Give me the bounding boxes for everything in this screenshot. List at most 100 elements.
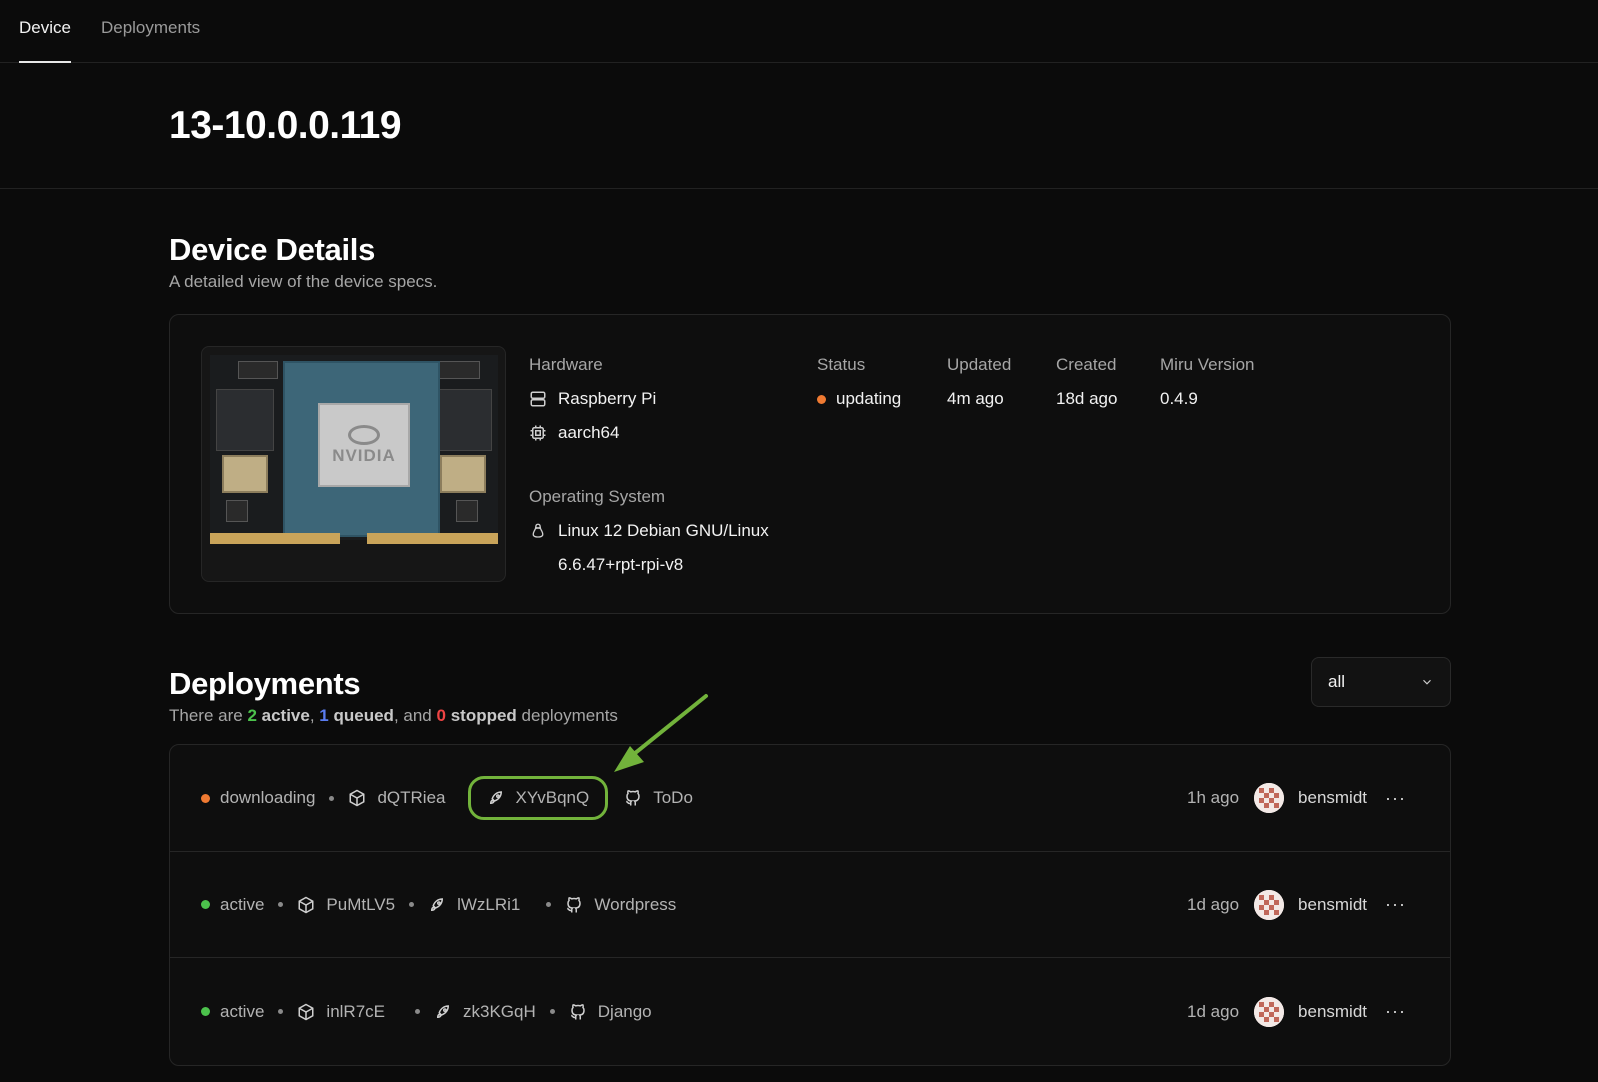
- separator-dot: [278, 1009, 284, 1014]
- package-link[interactable]: dQTRiea: [348, 788, 446, 808]
- package-link[interactable]: PuMtLV5: [297, 895, 395, 915]
- package-id: inlR7cE: [326, 1001, 386, 1021]
- more-options-icon[interactable]: ···: [1385, 788, 1406, 809]
- separator-dot: [278, 902, 284, 907]
- deployment-row[interactable]: active inlR7cE zk3KGqH Django 1d ago ben…: [170, 957, 1450, 1065]
- os-kernel: 6.6.47+rpt-rpi-v8: [558, 555, 684, 574]
- active-count: 2: [247, 706, 257, 725]
- package-icon: [298, 896, 314, 913]
- github-icon: [570, 1003, 585, 1019]
- release-link[interactable]: zk3KGqH: [434, 1002, 536, 1022]
- separator-dot: [415, 1009, 421, 1014]
- status-column: Status updating: [817, 355, 901, 409]
- cpu-icon: [530, 425, 546, 441]
- title-band: 13-10.0.0.119: [0, 63, 1598, 189]
- stopped-count: 0: [436, 706, 446, 725]
- package-link[interactable]: inlR7cE: [297, 1002, 385, 1022]
- status-text: downloading: [220, 788, 316, 807]
- release-id: lWzLRi1: [457, 894, 521, 914]
- avatar-pattern-icon: [1254, 996, 1285, 1027]
- release-link[interactable]: lWzLRi1: [428, 895, 520, 915]
- hardware-name-text: Raspberry Pi: [558, 389, 657, 408]
- soc-module: NVIDIA: [283, 361, 440, 537]
- chevron-down-icon: [1423, 679, 1431, 685]
- status-dot-icon: [201, 1007, 210, 1016]
- avatar-pattern-icon: [1254, 783, 1285, 813]
- deployment-row[interactable]: downloading dQTRiea XYvBqnQ ToDo 1h ago …: [170, 745, 1450, 851]
- status-dot-icon: [201, 900, 210, 909]
- queued-word: queued: [333, 706, 394, 725]
- repo-name: Django: [597, 1001, 652, 1021]
- top-nav: Device Deployments: [0, 0, 1598, 63]
- server-icon: [530, 391, 546, 407]
- more-options-icon[interactable]: ···: [1385, 894, 1406, 915]
- device-details-card: NVIDIA Hardware Raspberry Pi aarch64 Ope…: [169, 314, 1451, 614]
- status-dot-icon: [201, 793, 210, 803]
- time-ago: 1d ago: [1187, 894, 1240, 914]
- username[interactable]: bensmidt: [1298, 895, 1367, 915]
- nvidia-logo-icon: [348, 425, 380, 445]
- memory-chip: [434, 389, 492, 451]
- avatar: [1254, 783, 1285, 813]
- status-value: updating: [817, 389, 901, 409]
- row-meta: 1d ago bensmidt ···: [1187, 889, 1406, 920]
- architecture: aarch64: [529, 423, 769, 443]
- deployments-header: Deployments There are 2 active, 1 queued…: [169, 657, 1451, 734]
- stopped-word: stopped: [450, 706, 517, 725]
- release-id: zk3KGqH: [463, 1001, 536, 1021]
- deployment-row[interactable]: active PuMtLV5 lWzLRi1 Wordpress 1d ago: [170, 851, 1450, 957]
- updated-column: Updated 4m ago: [947, 355, 1011, 409]
- version-value: 0.4.9: [1160, 389, 1198, 408]
- nvidia-logo-text: NVIDIA: [332, 446, 396, 465]
- updated-value: 4m ago: [947, 389, 1004, 408]
- hardware-label: Hardware: [529, 355, 603, 374]
- avatar-pattern-icon: [1254, 889, 1285, 920]
- release-id: XYvBqnQ: [515, 788, 590, 807]
- release-link-highlighted[interactable]: XYvBqnQ: [467, 776, 609, 820]
- more-options-icon[interactable]: ···: [1385, 1001, 1406, 1022]
- created-value: 18d ago: [1056, 389, 1118, 408]
- row-meta: 1h ago bensmidt ···: [1187, 783, 1406, 813]
- rocket-icon: [431, 897, 444, 911]
- status-text: active: [220, 894, 265, 914]
- nvidia-chip: NVIDIA: [318, 403, 410, 487]
- github-icon: [567, 896, 582, 912]
- repo-link[interactable]: Django: [569, 1002, 652, 1022]
- username[interactable]: bensmidt: [1298, 788, 1367, 808]
- row-meta: 1d ago bensmidt ···: [1187, 996, 1406, 1027]
- package-icon: [298, 1003, 314, 1020]
- deployment-filter-select[interactable]: all: [1311, 657, 1451, 707]
- rocket-icon: [489, 791, 502, 805]
- version-column: Miru Version 0.4.9: [1160, 355, 1254, 409]
- deployments-summary: There are 2 active, 1 queued, and 0 stop…: [169, 706, 1451, 726]
- separator-dot: [329, 795, 335, 801]
- created-label: Created: [1056, 355, 1117, 374]
- component: [456, 500, 478, 522]
- package-id: dQTRiea: [377, 788, 446, 807]
- separator-dot: [549, 1009, 555, 1014]
- tab-device[interactable]: Device: [19, 18, 71, 63]
- username[interactable]: bensmidt: [1298, 1002, 1367, 1022]
- created-column: Created 18d ago: [1056, 355, 1117, 409]
- board-graphic: NVIDIA: [210, 355, 498, 544]
- repo-link[interactable]: ToDo: [624, 788, 693, 808]
- queued-count: 1: [319, 706, 329, 725]
- annotation-arrow-icon: [614, 694, 708, 772]
- edge-connector: [210, 533, 340, 544]
- hardware-name: Raspberry Pi: [529, 389, 769, 409]
- rocket-icon: [437, 1004, 450, 1018]
- avatar: [1254, 996, 1285, 1027]
- tab-deployments[interactable]: Deployments: [101, 18, 200, 62]
- deployments-list: downloading dQTRiea XYvBqnQ ToDo 1h ago …: [169, 744, 1451, 1066]
- status-text: updating: [836, 389, 902, 408]
- version-label: Miru Version: [1160, 355, 1255, 374]
- separator-dot: [546, 902, 552, 907]
- deployment-status: active: [201, 895, 264, 915]
- deployments-title: Deployments: [169, 666, 361, 701]
- page-title: 13-10.0.0.119: [169, 103, 402, 147]
- filter-value: all: [1328, 672, 1346, 691]
- repo-link[interactable]: Wordpress: [565, 895, 676, 915]
- edge-connector: [367, 533, 498, 544]
- device-image: NVIDIA: [201, 346, 506, 582]
- memory-chip: [216, 389, 274, 451]
